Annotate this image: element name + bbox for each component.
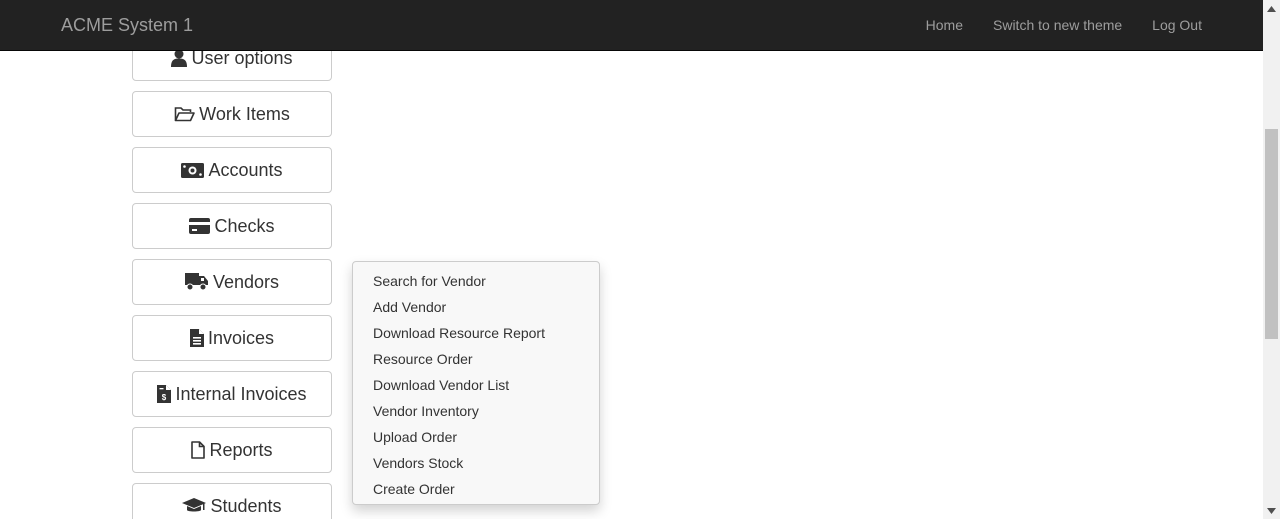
menu-item-resource-order[interactable]: Resource Order [353, 346, 599, 372]
reports-button[interactable]: Reports [132, 427, 332, 473]
menu-item-vendors-stock[interactable]: Vendors Stock [353, 450, 599, 476]
menu-item-vendor-inventory[interactable]: Vendor Inventory [353, 398, 599, 424]
menu-item-add-vendor[interactable]: Add Vendor [353, 294, 599, 320]
nav-switch-theme-link[interactable]: Switch to new theme [978, 0, 1137, 50]
nav-home-link[interactable]: Home [911, 0, 978, 50]
work-items-label: Work Items [199, 103, 290, 124]
menu-item-download-vendor-list[interactable]: Download Vendor List [353, 372, 599, 398]
nav-logout-link[interactable]: Log Out [1137, 0, 1217, 50]
internal-invoices-button[interactable]: $ Internal Invoices [132, 371, 332, 417]
menu-item-upload-order[interactable]: Upload Order [353, 424, 599, 450]
money-icon [181, 162, 205, 178]
reports-label: Reports [209, 439, 273, 460]
file-icon [191, 441, 206, 459]
students-label: Students [210, 495, 282, 516]
user-icon [171, 49, 188, 67]
file-invoice-dollar-icon: $ [157, 385, 172, 403]
scroll-up-arrow-icon[interactable] [1263, 0, 1280, 17]
folder-open-icon [174, 106, 195, 122]
invoices-label: Invoices [207, 327, 275, 348]
checks-button[interactable]: Checks [132, 203, 332, 249]
menu-item-search-for-vendor[interactable]: Search for Vendor [353, 268, 599, 294]
scroll-down-arrow-icon[interactable] [1263, 502, 1280, 519]
main-content: User options Work Items Accounts Checks … [0, 0, 1263, 519]
brand-link[interactable]: ACME System 1 [61, 14, 193, 36]
vendors-label: Vendors [212, 271, 280, 292]
vendors-dropdown-menu: Search for Vendor Add Vendor Download Re… [352, 261, 600, 505]
scrollbar-thumb[interactable] [1265, 129, 1278, 339]
menu-item-create-order[interactable]: Create Order [353, 476, 599, 502]
accounts-label: Accounts [208, 159, 283, 180]
students-button[interactable]: Students [132, 483, 332, 519]
vendors-button[interactable]: Vendors [132, 259, 332, 305]
graduation-cap-icon [182, 498, 207, 514]
svg-text:$: $ [162, 393, 167, 402]
file-text-icon [189, 329, 204, 347]
truck-icon [184, 273, 209, 291]
top-navbar: ACME System 1 Home Switch to new theme L… [0, 0, 1263, 51]
credit-card-icon [189, 218, 211, 234]
internal-invoices-label: Internal Invoices [175, 383, 307, 404]
vertical-scrollbar[interactable] [1263, 0, 1280, 519]
invoices-button[interactable]: Invoices [132, 315, 332, 361]
menu-item-download-resource-report[interactable]: Download Resource Report [353, 320, 599, 346]
checks-label: Checks [214, 215, 275, 236]
work-items-button[interactable]: Work Items [132, 91, 332, 137]
accounts-button[interactable]: Accounts [132, 147, 332, 193]
navbar-links: Home Switch to new theme Log Out [911, 0, 1217, 50]
